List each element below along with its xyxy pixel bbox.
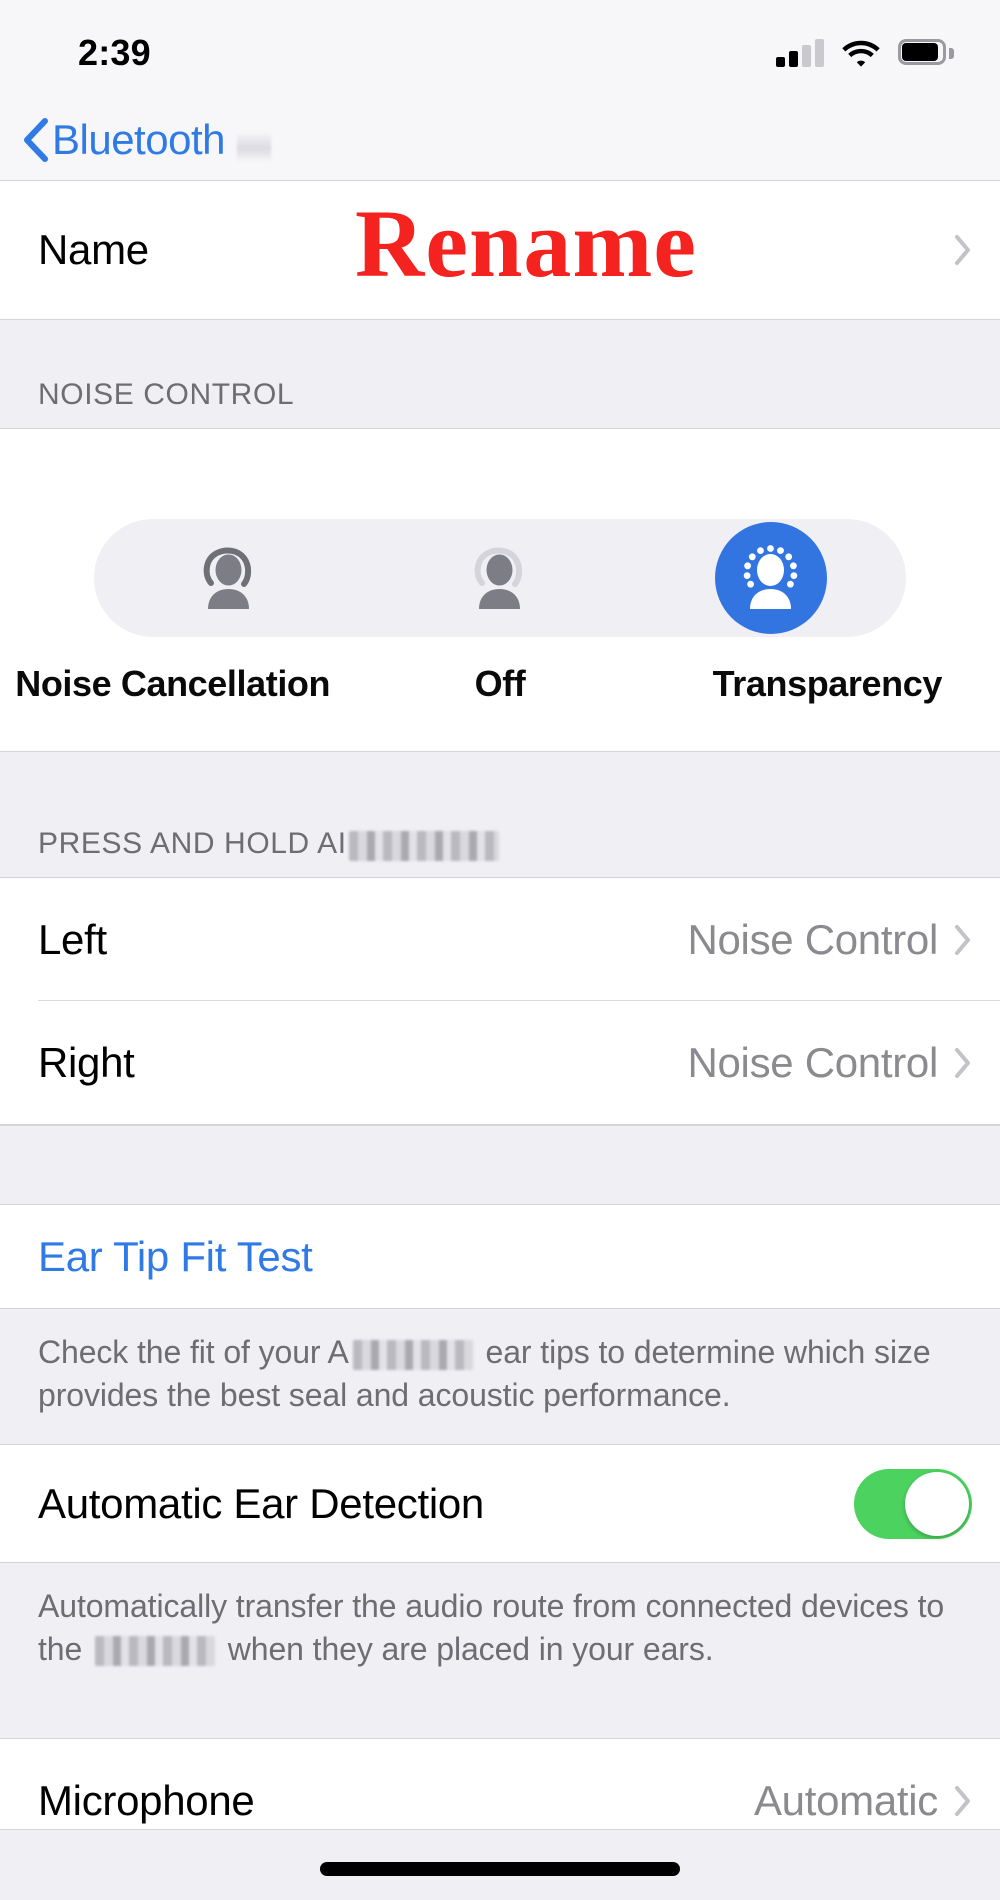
status-bar-indicators [776, 39, 954, 67]
chevron-right-icon [955, 1786, 970, 1816]
chevron-right-icon [955, 924, 970, 955]
press-and-hold-section-header: PRESS AND HOLD AIAIRPODS [0, 751, 1000, 877]
noise-control-segmented-control[interactable] [94, 519, 906, 637]
row-value-group-right: Noise Control [687, 1039, 972, 1087]
name-row[interactable]: Name [0, 180, 1000, 320]
aed-description-after: when they are placed in your ears. [218, 1630, 714, 1667]
back-button-label: Bluetooth [52, 116, 225, 163]
automatic-ear-detection-row[interactable]: Automatic Ear Detection [0, 1445, 1000, 1563]
navigation-bar: Bluetooth [0, 100, 1000, 180]
noise-control-label-transparency: Transparency [712, 663, 943, 704]
noise-control-label-noise-cancellation: Noise Cancellation [15, 663, 331, 704]
automatic-ear-detection-toggle[interactable] [854, 1468, 972, 1539]
ear-tip-description-before: Check the fit of your A [38, 1334, 349, 1370]
home-indicator-bar[interactable] [320, 1862, 680, 1876]
automatic-ear-detection-description: Automatically transfer the audio route f… [0, 1563, 1000, 1739]
chevron-right-icon [955, 1047, 970, 1078]
redacted-device-name-body-2: AirPods [94, 1636, 215, 1667]
chevron-right-icon [955, 235, 970, 265]
noise-control-option-noise-cancellation[interactable] [94, 519, 365, 637]
row-label-left: Left [38, 915, 107, 963]
name-row-value-group [954, 234, 972, 266]
press-and-hold-row-left[interactable]: Left Noise Control [0, 877, 1000, 1001]
redacted-device-title [236, 132, 271, 162]
row-value-right: Noise Control [687, 1038, 938, 1086]
section-spacer [0, 1125, 1000, 1205]
redacted-device-name-body-1: irPods [352, 1339, 473, 1370]
person-noise-cancellation-icon [203, 547, 252, 609]
noise-control-section-header: NOISE CONTROL [0, 320, 1000, 428]
noise-control-panel: Noise Cancellation Off Transparency [0, 428, 1000, 751]
row-value-left: Noise Control [687, 915, 938, 963]
ear-tip-fit-test-row[interactable]: Ear Tip Fit Test [0, 1205, 1000, 1309]
microphone-label: Microphone [38, 1777, 255, 1824]
ear-tip-fit-test-description: Check the fit of your AirPods ear tips t… [0, 1309, 1000, 1445]
ear-tip-fit-test-label: Ear Tip Fit Test [38, 1232, 313, 1280]
cellular-signal-icon [776, 39, 824, 67]
press-and-hold-row-right[interactable]: Right Noise Control [0, 1001, 1000, 1125]
person-transparency-icon [743, 545, 797, 609]
back-button-bluetooth[interactable]: Bluetooth [22, 116, 225, 164]
chevron-left-icon [24, 118, 48, 162]
status-bar: 2:39 [0, 0, 1000, 100]
noise-control-option-transparency[interactable] [635, 519, 906, 637]
noise-control-header-label: NOISE CONTROL [38, 378, 295, 411]
name-row-label: Name [38, 226, 149, 273]
automatic-ear-detection-label: Automatic Ear Detection [38, 1479, 484, 1527]
microphone-value: Automatic [753, 1777, 938, 1824]
row-value-group-left: Noise Control [687, 916, 972, 964]
person-off-icon [474, 547, 523, 609]
redacted-device-name-header: AIRPODS [348, 831, 499, 861]
status-bar-time: 2:39 [78, 32, 151, 73]
microphone-value-group: Automatic [754, 1777, 972, 1825]
noise-control-label-off: Off [474, 663, 526, 704]
noise-control-labels: Noise Cancellation Off Transparency [0, 663, 1000, 705]
noise-control-option-off[interactable] [365, 519, 636, 637]
toggle-knob [905, 1471, 969, 1536]
battery-icon [898, 39, 954, 67]
press-and-hold-header-label: PRESS AND HOLD AI [38, 827, 347, 860]
row-label-right: Right [38, 1038, 135, 1086]
wifi-icon [842, 40, 880, 67]
